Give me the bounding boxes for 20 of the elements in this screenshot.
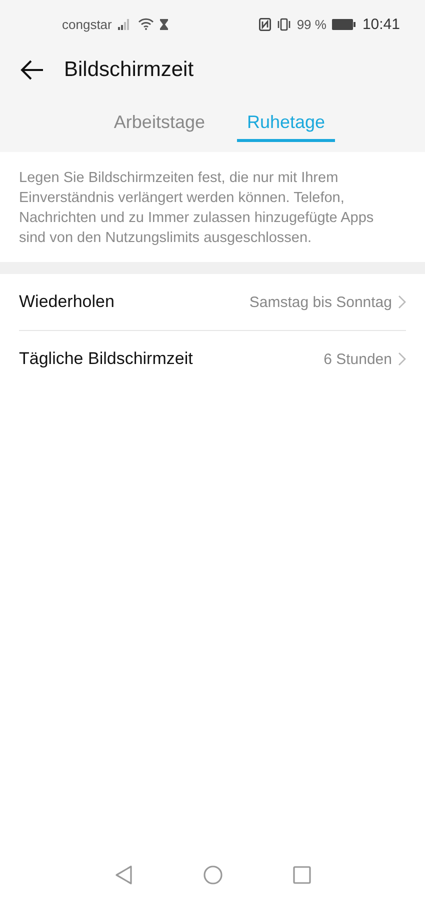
battery-icon bbox=[332, 18, 356, 30]
hourglass-icon bbox=[160, 18, 168, 30]
recent-apps-icon[interactable] bbox=[292, 866, 310, 884]
setting-label[interactable]: Tägliche Bildschirmzeit bbox=[19, 349, 193, 369]
chevron-icon bbox=[398, 352, 406, 366]
nfc-icon bbox=[258, 18, 271, 30]
setting-label[interactable]: Wiederholen bbox=[19, 292, 114, 312]
back-icon[interactable] bbox=[114, 865, 132, 885]
setting-value: 6 Stunden bbox=[324, 350, 392, 368]
home-icon[interactable] bbox=[202, 865, 222, 885]
back-arrow-icon[interactable] bbox=[20, 60, 44, 80]
page-title: Bildschirmzeit bbox=[64, 58, 194, 82]
setting-value: Samstag bis Sonntag bbox=[249, 294, 392, 310]
clock-time: 10:41 bbox=[362, 16, 400, 32]
signal-icon bbox=[118, 18, 132, 30]
wifi-icon bbox=[138, 18, 154, 30]
carrier-name: congstar bbox=[62, 16, 112, 32]
chevron-icon bbox=[398, 295, 406, 309]
battery-percent: 99 % bbox=[296, 16, 326, 32]
vibrate-icon bbox=[276, 18, 291, 30]
